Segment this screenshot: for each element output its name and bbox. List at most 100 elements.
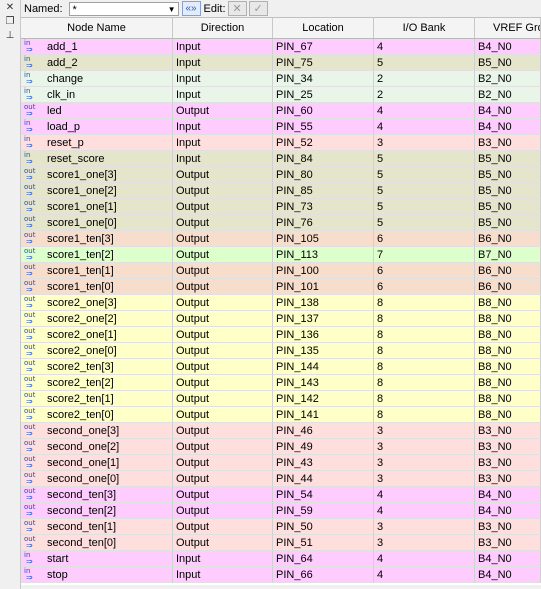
location-cell[interactable]: PIN_66 (273, 567, 374, 583)
location-cell[interactable]: PIN_67 (273, 39, 374, 55)
table-row[interactable]: out ⇒ score1_one[0] Output PIN_76 5 B5_N0 (21, 215, 541, 231)
direction-cell[interactable]: Output (173, 199, 273, 215)
location-cell[interactable]: PIN_136 (273, 327, 374, 343)
location-cell[interactable]: PIN_55 (273, 119, 374, 135)
accept-edit-button[interactable]: ✓ (248, 1, 268, 16)
location-cell[interactable]: PIN_59 (273, 503, 374, 519)
cancel-edit-button[interactable]: ✕ (227, 1, 247, 16)
io-bank-cell[interactable]: 5 (374, 167, 475, 183)
direction-cell[interactable]: Output (173, 487, 273, 503)
location-cell[interactable]: PIN_25 (273, 87, 374, 103)
table-row[interactable]: out ⇒ second_one[1] Output PIN_43 3 B3_N0 (21, 455, 541, 471)
direction-cell[interactable]: Input (173, 551, 273, 567)
location-cell[interactable]: PIN_85 (273, 183, 374, 199)
node-name-cell[interactable]: out ⇒ score1_ten[3] (21, 231, 173, 247)
location-cell[interactable]: PIN_43 (273, 455, 374, 471)
io-bank-cell[interactable]: 8 (374, 327, 475, 343)
direction-cell[interactable]: Output (173, 407, 273, 423)
direction-cell[interactable]: Output (173, 439, 273, 455)
table-row[interactable]: out ⇒ score2_one[1] Output PIN_136 8 B8_N0 (21, 327, 541, 343)
table-row[interactable]: in ⇒ reset_p Input PIN_52 3 B3_N0 (21, 135, 541, 151)
table-row[interactable]: out ⇒ score1_ten[0] Output PIN_101 6 B6_N0 (21, 279, 541, 295)
io-bank-cell[interactable]: 5 (374, 199, 475, 215)
io-bank-cell[interactable]: 3 (374, 519, 475, 535)
direction-cell[interactable]: Input (173, 39, 273, 55)
location-cell[interactable]: PIN_50 (273, 519, 374, 535)
table-row[interactable]: out ⇒ led Output PIN_60 4 B4_N0 (21, 103, 541, 119)
io-bank-cell[interactable]: 4 (374, 503, 475, 519)
direction-cell[interactable]: Input (173, 567, 273, 583)
direction-cell[interactable]: Output (173, 391, 273, 407)
vref-group-cell[interactable]: B4_N0 (475, 119, 541, 135)
io-bank-cell[interactable]: 8 (374, 295, 475, 311)
node-name-cell[interactable]: out ⇒ second_one[3] (21, 423, 173, 439)
location-cell[interactable]: PIN_46 (273, 423, 374, 439)
table-row[interactable]: out ⇒ score2_ten[1] Output PIN_142 8 B8_N0 (21, 391, 541, 407)
direction-cell[interactable]: Input (173, 135, 273, 151)
location-cell[interactable]: PIN_135 (273, 343, 374, 359)
table-row[interactable]: out ⇒ score2_ten[2] Output PIN_143 8 B8_N0 (21, 375, 541, 391)
location-cell[interactable]: PIN_34 (273, 71, 374, 87)
node-name-cell[interactable]: in ⇒ start (21, 551, 173, 567)
node-name-cell[interactable]: out ⇒ score2_ten[1] (21, 391, 173, 407)
table-row[interactable]: out ⇒ score1_ten[3] Output PIN_105 6 B6_N0 (21, 231, 541, 247)
pin-icon[interactable]: ⊥ (3, 30, 17, 42)
io-bank-cell[interactable]: 5 (374, 55, 475, 71)
node-name-cell[interactable]: out ⇒ led (21, 103, 173, 119)
io-bank-cell[interactable]: 4 (374, 567, 475, 583)
close-icon[interactable]: ✕ (3, 2, 17, 14)
io-bank-cell[interactable]: 4 (374, 39, 475, 55)
location-cell[interactable]: PIN_142 (273, 391, 374, 407)
table-row[interactable]: out ⇒ score2_ten[3] Output PIN_144 8 B8_N0 (21, 359, 541, 375)
node-name-cell[interactable]: out ⇒ second_one[0] (21, 471, 173, 487)
io-bank-cell[interactable]: 6 (374, 231, 475, 247)
location-cell[interactable]: PIN_49 (273, 439, 374, 455)
vref-group-cell[interactable]: B4_N0 (475, 503, 541, 519)
direction-cell[interactable]: Output (173, 167, 273, 183)
node-name-cell[interactable]: out ⇒ score2_ten[0] (21, 407, 173, 423)
node-name-cell[interactable]: out ⇒ score2_one[2] (21, 311, 173, 327)
vref-group-cell[interactable]: B5_N0 (475, 167, 541, 183)
direction-cell[interactable]: Input (173, 71, 273, 87)
direction-cell[interactable]: Input (173, 119, 273, 135)
io-bank-cell[interactable]: 8 (374, 343, 475, 359)
vref-group-cell[interactable]: B8_N0 (475, 327, 541, 343)
table-row[interactable]: in ⇒ add_2 Input PIN_75 5 B5_N0 (21, 55, 541, 71)
vref-group-cell[interactable]: B2_N0 (475, 87, 541, 103)
vref-group-cell[interactable]: B3_N0 (475, 135, 541, 151)
direction-cell[interactable]: Output (173, 327, 273, 343)
chevron-down-icon[interactable]: ▼ (168, 3, 176, 17)
table-row[interactable]: out ⇒ second_one[3] Output PIN_46 3 B3_N0 (21, 423, 541, 439)
direction-cell[interactable]: Input (173, 151, 273, 167)
io-bank-cell[interactable]: 5 (374, 151, 475, 167)
direction-cell[interactable]: Output (173, 311, 273, 327)
vref-group-cell[interactable]: B5_N0 (475, 151, 541, 167)
vref-group-cell[interactable]: B3_N0 (475, 423, 541, 439)
io-bank-cell[interactable]: 4 (374, 487, 475, 503)
node-name-cell[interactable]: out ⇒ score1_ten[1] (21, 263, 173, 279)
location-cell[interactable]: PIN_60 (273, 103, 374, 119)
vref-group-cell[interactable]: B4_N0 (475, 103, 541, 119)
vref-group-cell[interactable]: B8_N0 (475, 407, 541, 423)
vref-group-cell[interactable]: B3_N0 (475, 535, 541, 551)
io-bank-cell[interactable]: 4 (374, 103, 475, 119)
node-name-cell[interactable]: out ⇒ score2_ten[2] (21, 375, 173, 391)
table-row[interactable]: out ⇒ second_one[2] Output PIN_49 3 B3_N0 (21, 439, 541, 455)
location-cell[interactable]: PIN_73 (273, 199, 374, 215)
table-row[interactable]: out ⇒ score2_one[3] Output PIN_138 8 B8_N0 (21, 295, 541, 311)
direction-cell[interactable]: Output (173, 183, 273, 199)
direction-cell[interactable]: Output (173, 359, 273, 375)
io-bank-cell[interactable]: 2 (374, 71, 475, 87)
named-filter-combobox[interactable]: * ▼ (68, 1, 179, 17)
node-name-cell[interactable]: in ⇒ add_1 (21, 39, 173, 55)
direction-cell[interactable]: Output (173, 215, 273, 231)
float-window-icon[interactable]: ❐ (3, 16, 17, 28)
direction-cell[interactable]: Output (173, 103, 273, 119)
vref-group-cell[interactable]: B5_N0 (475, 199, 541, 215)
table-row[interactable]: out ⇒ score1_ten[2] Output PIN_113 7 B7_N0 (21, 247, 541, 263)
io-bank-cell[interactable]: 3 (374, 535, 475, 551)
io-bank-cell[interactable]: 5 (374, 215, 475, 231)
column-header-vref-group[interactable]: VREF Group (475, 18, 541, 38)
io-bank-cell[interactable]: 3 (374, 423, 475, 439)
node-name-cell[interactable]: out ⇒ second_ten[3] (21, 487, 173, 503)
